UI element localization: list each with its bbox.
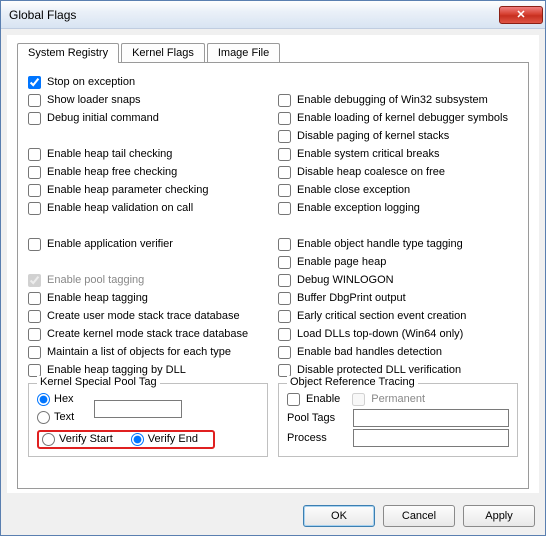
radio-hex-label: Hex bbox=[54, 393, 74, 405]
cancel-button[interactable]: Cancel bbox=[383, 505, 455, 527]
right-column: Enable debugging of Win32 subsystem Enab… bbox=[278, 73, 518, 457]
chk-load-dlls-top[interactable]: Load DLLs top-down (Win64 only) bbox=[278, 325, 518, 343]
radio-text-label: Text bbox=[54, 411, 74, 423]
window-title: Global Flags bbox=[9, 8, 499, 22]
left-column: Stop on exception Show loader snaps Debu… bbox=[28, 73, 268, 457]
group-legend: Object Reference Tracing bbox=[287, 376, 418, 388]
chk-app-verifier[interactable]: Enable application verifier bbox=[28, 235, 268, 253]
chk-sys-critical[interactable]: Enable system critical breaks bbox=[278, 145, 518, 163]
chk-page-heap[interactable]: Enable page heap bbox=[278, 253, 518, 271]
chk-ort-permanent: Permanent bbox=[352, 390, 425, 408]
chk-disable-coalesce[interactable]: Disable heap coalesce on free bbox=[278, 163, 518, 181]
tab-label: System Registry bbox=[28, 47, 108, 59]
client-area: System Registry Kernel Flags Image File … bbox=[7, 35, 539, 493]
pool-tag-input[interactable] bbox=[94, 400, 182, 418]
chk-win32-debug[interactable]: Enable debugging of Win32 subsystem bbox=[278, 91, 518, 109]
radio-verify-end[interactable] bbox=[131, 433, 144, 446]
chk-kdbg-symbols[interactable]: Enable loading of kernel debugger symbol… bbox=[278, 109, 518, 127]
tab-system-registry[interactable]: System Registry bbox=[17, 43, 119, 63]
chk-heap-valid[interactable]: Enable heap validation on call bbox=[28, 199, 268, 217]
verify-highlight: Verify Start Verify End bbox=[37, 430, 215, 449]
pool-tags-input[interactable] bbox=[353, 409, 509, 427]
radio-verify-end-label: Verify End bbox=[148, 433, 198, 445]
process-input[interactable] bbox=[353, 429, 509, 447]
radio-verify-start[interactable] bbox=[42, 433, 55, 446]
tab-label: Image File bbox=[218, 47, 269, 59]
chk-pool-tagging: Enable pool tagging bbox=[28, 271, 268, 289]
chk-kernel-stack[interactable]: Create kernel mode stack trace database bbox=[28, 325, 268, 343]
radio-text[interactable] bbox=[37, 411, 50, 424]
chk-buffer-dbgprint[interactable]: Buffer DbgPrint output bbox=[278, 289, 518, 307]
chk-bad-handles[interactable]: Enable bad handles detection bbox=[278, 343, 518, 361]
tab-kernel-flags[interactable]: Kernel Flags bbox=[121, 43, 205, 62]
radio-verify-start-label: Verify Start bbox=[59, 433, 113, 445]
group-kernel-special-pool: Kernel Special Pool Tag Hex Text Verify … bbox=[28, 383, 268, 457]
tab-panel: Stop on exception Show loader snaps Debu… bbox=[17, 62, 529, 489]
tab-image-file[interactable]: Image File bbox=[207, 43, 280, 62]
chk-stop-exception[interactable]: Stop on exception bbox=[28, 73, 268, 91]
chk-heap-free[interactable]: Enable heap free checking bbox=[28, 163, 268, 181]
chk-user-stack[interactable]: Create user mode stack trace database bbox=[28, 307, 268, 325]
process-label: Process bbox=[287, 432, 347, 444]
chk-obj-type-tag[interactable]: Enable object handle type tagging bbox=[278, 235, 518, 253]
group-legend: Kernel Special Pool Tag bbox=[37, 376, 160, 388]
tab-label: Kernel Flags bbox=[132, 47, 194, 59]
chk-heap-tail[interactable]: Enable heap tail checking bbox=[28, 145, 268, 163]
close-icon: ✕ bbox=[516, 8, 525, 21]
group-object-ref-tracing: Object Reference Tracing Enable Permanen… bbox=[278, 383, 518, 457]
chk-heap-param[interactable]: Enable heap parameter checking bbox=[28, 181, 268, 199]
radio-hex[interactable] bbox=[37, 393, 50, 406]
chk-early-critical[interactable]: Early critical section event creation bbox=[278, 307, 518, 325]
ok-button[interactable]: OK bbox=[303, 505, 375, 527]
tab-strip: System Registry Kernel Flags Image File bbox=[17, 41, 529, 62]
chk-heap-tagging[interactable]: Enable heap tagging bbox=[28, 289, 268, 307]
chk-show-loader[interactable]: Show loader snaps bbox=[28, 91, 268, 109]
pool-tags-label: Pool Tags bbox=[287, 412, 347, 424]
chk-close-exc[interactable]: Enable close exception bbox=[278, 181, 518, 199]
chk-exc-logging[interactable]: Enable exception logging bbox=[278, 199, 518, 217]
dialog-buttons: OK Cancel Apply bbox=[1, 499, 545, 535]
chk-debug-winlogon[interactable]: Debug WINLOGON bbox=[278, 271, 518, 289]
apply-button[interactable]: Apply bbox=[463, 505, 535, 527]
close-button[interactable]: ✕ bbox=[499, 6, 543, 24]
chk-ort-enable[interactable]: Enable bbox=[287, 390, 340, 408]
chk-disable-paging[interactable]: Disable paging of kernel stacks bbox=[278, 127, 518, 145]
dialog-window: Global Flags ✕ System Registry Kernel Fl… bbox=[0, 0, 546, 536]
chk-maintain-list[interactable]: Maintain a list of objects for each type bbox=[28, 343, 268, 361]
chk-debug-init[interactable]: Debug initial command bbox=[28, 109, 268, 127]
titlebar: Global Flags ✕ bbox=[1, 1, 545, 29]
